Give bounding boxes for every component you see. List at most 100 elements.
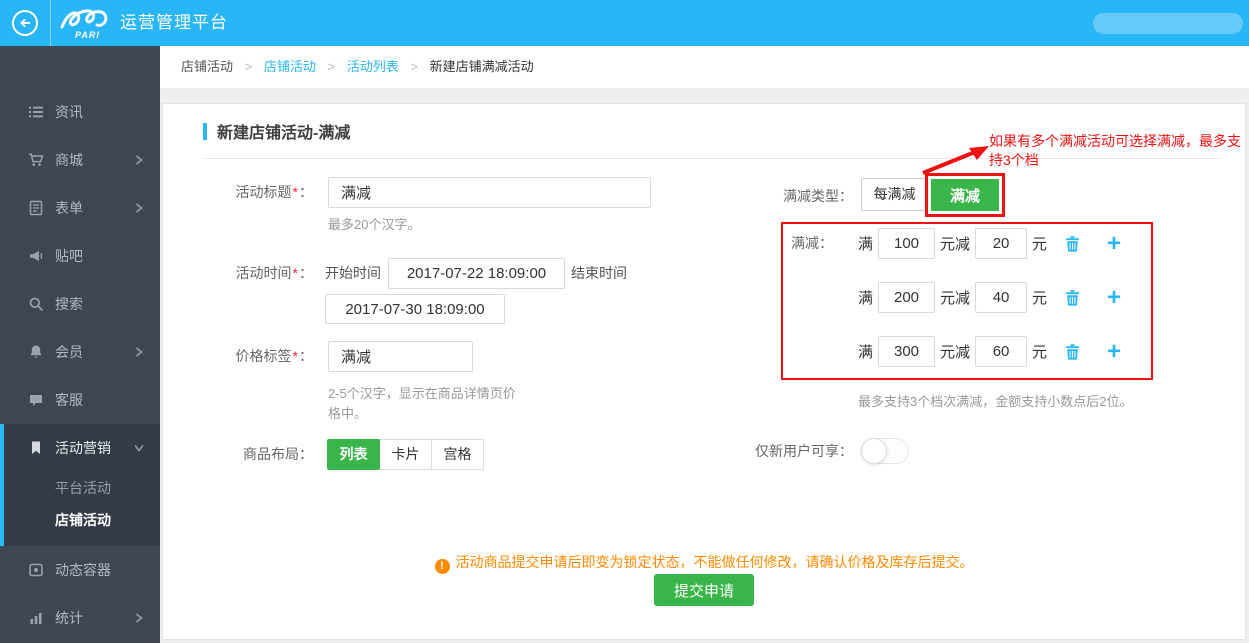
tier-amount-input[interactable] xyxy=(975,282,1027,313)
app-header: PARI 运营管理平台 xyxy=(0,0,1249,46)
new-user-only-toggle[interactable] xyxy=(861,438,909,464)
cart-icon xyxy=(28,152,44,168)
breadcrumb-item: 店铺活动 xyxy=(181,59,233,74)
page-title: 新建店铺活动-满减 xyxy=(203,119,350,143)
toggle-knob xyxy=(861,438,887,464)
sidebar-item-forum[interactable]: 贴吧 xyxy=(0,232,160,280)
start-time-label: 开始时间 xyxy=(325,258,381,289)
tiers-label: 满减： xyxy=(791,228,833,259)
sidebar-item-forms[interactable]: 表单 xyxy=(0,184,160,232)
sidebar-item-label: 统计 xyxy=(55,608,83,628)
chevron-right-icon xyxy=(134,613,144,623)
brand-logo-icon: PARI xyxy=(60,5,118,41)
chevron-down-icon xyxy=(134,443,144,453)
main-area: 店铺活动 > 店铺活动 > 活动列表 > 新建店铺满减活动 新建店铺活动-满减 … xyxy=(160,46,1249,643)
sidebar-item-mall[interactable]: 商城 xyxy=(0,136,160,184)
breadcrumb-item-current: 新建店铺满减活动 xyxy=(430,59,534,74)
annotation-note: 如果有多个满减活动可选择满减，最多支持3个档 xyxy=(989,132,1249,170)
breadcrumb-link-activity-list[interactable]: 活动列表 xyxy=(347,59,399,74)
content-panel: 新建店铺活动-满减 如果有多个满减活动可选择满减，最多支持3个档 活动标题*： … xyxy=(162,103,1246,640)
sidebar-item-support[interactable]: 客服 xyxy=(0,376,160,424)
breadcrumb-separator: > xyxy=(410,59,418,74)
sidebar-item-search[interactable]: 搜索 xyxy=(0,280,160,328)
chevron-right-icon xyxy=(134,347,144,357)
bell-icon xyxy=(28,344,44,360)
container-icon xyxy=(28,562,44,578)
arrow-left-icon xyxy=(18,16,32,30)
tier-threshold-input[interactable] xyxy=(878,282,935,313)
tier-row: 满 元减 元 + xyxy=(858,336,1121,367)
sidebar-item-marketing[interactable]: 活动营销 xyxy=(0,424,160,472)
add-tier-icon[interactable]: + xyxy=(1107,339,1121,365)
news-list-icon xyxy=(28,104,44,120)
chevron-right-icon xyxy=(134,155,144,165)
sidebar-item-news[interactable]: 资讯 xyxy=(0,88,160,136)
sidebar-item-shop-activity[interactable]: 店铺活动 xyxy=(0,504,160,536)
layout-option-grid[interactable]: 宫格 xyxy=(431,439,484,470)
sidebar-item-label: 搜索 xyxy=(55,294,83,314)
sidebar-item-dynamic-container[interactable]: 动态容器 xyxy=(0,546,160,594)
stats-icon xyxy=(28,610,44,626)
sidebar-item-label: 动态容器 xyxy=(55,560,111,580)
warning-icon: ! xyxy=(435,559,450,574)
breadcrumb-separator: > xyxy=(245,59,253,74)
user-area-redacted xyxy=(1093,13,1243,34)
warning-message: !活动商品提交申请后即变为锁定状态，不能做任何修改，请确认价格及库存后提交。 xyxy=(163,552,1245,574)
breadcrumb: 店铺活动 > 店铺活动 > 活动列表 > 新建店铺满减活动 xyxy=(160,46,1249,88)
header-divider xyxy=(50,0,51,46)
annotation-highlight-box: 满减 xyxy=(925,173,1005,217)
search-icon xyxy=(28,296,44,312)
sidebar-item-label: 表单 xyxy=(55,198,83,218)
delete-tier-icon[interactable] xyxy=(1064,235,1081,253)
sidebar-item-label: 客服 xyxy=(55,390,83,410)
sidebar-item-label: 会员 xyxy=(55,342,83,362)
end-time-label: 结束时间 xyxy=(571,258,627,289)
field-label-product-layout: 商品布局： xyxy=(163,439,313,470)
price-tag-input[interactable] xyxy=(328,341,473,372)
activity-title-hint: 最多20个汉字。 xyxy=(328,215,420,235)
sidebar-item-platform-activity[interactable]: 平台活动 xyxy=(0,472,160,504)
back-button[interactable] xyxy=(12,10,38,36)
delete-tier-icon[interactable] xyxy=(1064,289,1081,307)
field-label-activity-title: 活动标题*： xyxy=(163,177,313,208)
chevron-right-icon xyxy=(134,203,144,213)
field-label-activity-time: 活动时间*： xyxy=(163,258,313,289)
field-label-price-tag: 价格标签*： xyxy=(163,341,313,372)
breadcrumb-separator: > xyxy=(328,59,336,74)
submit-button[interactable]: 提交申请 xyxy=(654,574,754,606)
field-label-discount-type: 满减类型： xyxy=(718,180,853,213)
tier-amount-input[interactable] xyxy=(975,228,1027,259)
tiers-hint: 最多支持3个档次满减，金额支持小数点后2位。 xyxy=(858,392,1132,412)
sidebar-item-statistics[interactable]: 统计 xyxy=(0,594,160,642)
add-tier-icon[interactable]: + xyxy=(1107,285,1121,311)
megaphone-icon xyxy=(28,248,44,264)
tier-row: 满 元减 元 + xyxy=(858,282,1121,313)
delete-tier-icon[interactable] xyxy=(1064,343,1081,361)
add-tier-icon[interactable]: + xyxy=(1107,231,1121,257)
sidebar-group-marketing: 活动营销 平台活动 店铺活动 xyxy=(0,424,160,546)
layout-option-list[interactable]: 列表 xyxy=(327,439,380,470)
sidebar-item-members[interactable]: 会员 xyxy=(0,328,160,376)
breadcrumb-link-shop-activity[interactable]: 店铺活动 xyxy=(264,59,316,74)
sidebar-item-label: 活动营销 xyxy=(55,438,111,458)
product-layout-group: 列表 卡片 宫格 xyxy=(328,439,484,470)
end-time-input[interactable] xyxy=(325,294,505,324)
title-accent-bar xyxy=(203,123,207,140)
tier-row: 满 元减 元 + xyxy=(858,228,1121,259)
sidebar-item-label: 贴吧 xyxy=(55,246,83,266)
tier-threshold-input[interactable] xyxy=(878,336,935,367)
activity-title-input[interactable] xyxy=(328,177,651,208)
discount-type-per-threshold[interactable]: 每满减 xyxy=(861,178,928,211)
svg-text:PARI: PARI xyxy=(75,30,100,40)
app-title: 运营管理平台 xyxy=(120,0,228,46)
chat-icon xyxy=(28,392,44,408)
discount-type-threshold[interactable]: 满减 xyxy=(931,179,999,211)
field-label-new-user-only: 仅新用户可享： xyxy=(703,438,853,465)
start-time-input[interactable] xyxy=(388,258,565,289)
sidebar-item-label: 资讯 xyxy=(55,102,83,122)
tier-threshold-input[interactable] xyxy=(878,228,935,259)
bookmark-icon xyxy=(28,440,44,456)
layout-option-card[interactable]: 卡片 xyxy=(379,439,432,470)
tier-amount-input[interactable] xyxy=(975,336,1027,367)
price-tag-hint: 2-5个汉字，显示在商品详情页价格中。 xyxy=(328,384,518,424)
